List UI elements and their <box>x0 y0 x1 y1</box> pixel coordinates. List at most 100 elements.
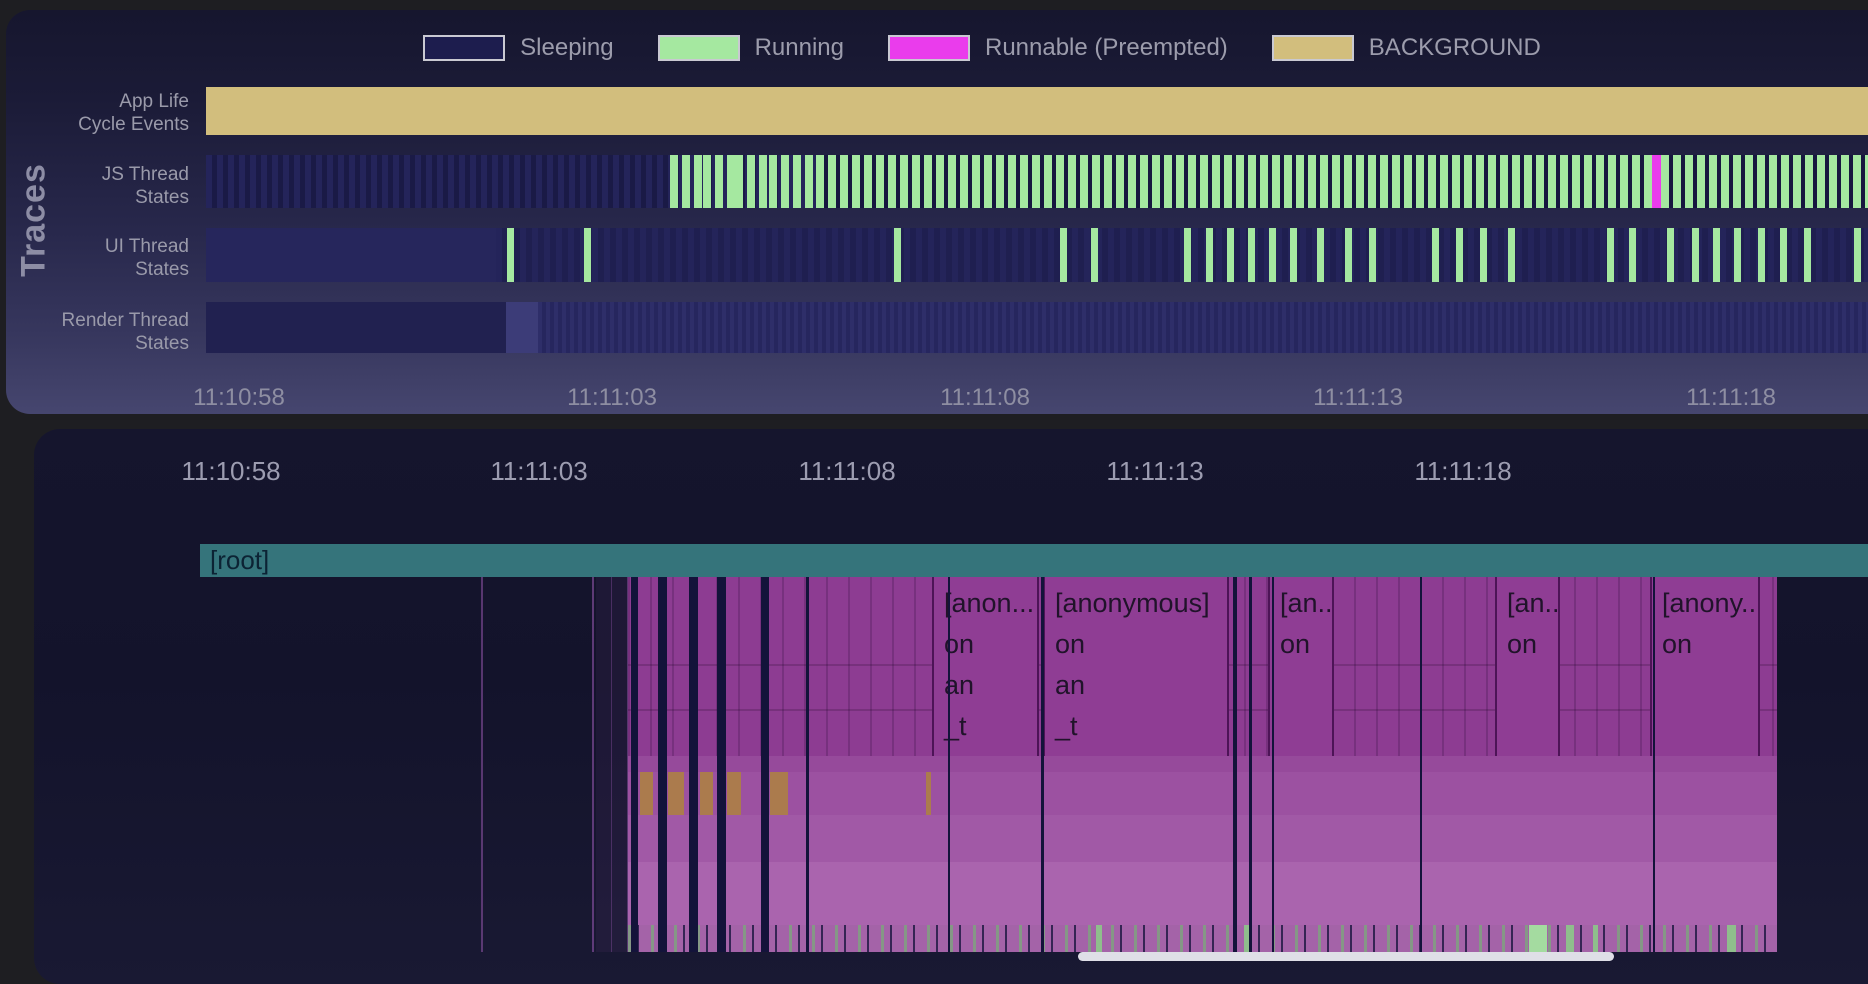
flame-gap-bar <box>658 577 667 952</box>
ui-running-bar <box>1854 228 1861 282</box>
flame-gap-bar <box>717 577 726 952</box>
background-frame <box>668 772 684 815</box>
flame-gap-bar <box>948 577 950 952</box>
legend-swatch <box>1272 35 1354 61</box>
flame-gap-bar <box>1653 577 1655 952</box>
flame-bottom-band <box>628 925 1777 952</box>
flame-frame-label-line: _t <box>1055 706 1227 747</box>
flame-root-frame[interactable]: [root] <box>200 544 1868 577</box>
time-tick: 11:11:08 <box>940 384 1030 412</box>
ui-running-bar <box>1369 228 1376 282</box>
js-sleeping-segment <box>206 155 670 208</box>
track-label-js-thread-states: JS ThreadStates <box>6 163 189 209</box>
flame-gap-bar <box>689 577 698 952</box>
flame-band <box>628 862 1777 925</box>
js-running-bar <box>715 155 723 208</box>
flame-running-bit <box>1529 925 1547 952</box>
track-label-render-thread-states: Render ThreadStates <box>6 309 189 355</box>
flame-gap-bar <box>1272 577 1274 952</box>
ui-running-bar <box>1692 228 1699 282</box>
ui-running-bar <box>1060 228 1067 282</box>
ui-running-bar <box>1456 228 1463 282</box>
traces-panel: Sleeping Running Runnable (Preempted) BACKG… <box>6 10 1868 414</box>
flame-frame-label-line: an <box>944 665 1037 706</box>
track-label-line: UI Thread <box>6 235 189 258</box>
legend-swatch <box>888 35 970 61</box>
ui-running-bar <box>1248 228 1255 282</box>
track-label-line: States <box>6 258 189 281</box>
background-frame <box>700 772 713 815</box>
background-frame <box>926 772 931 815</box>
flame-frame[interactable]: [anony...on <box>1650 577 1760 756</box>
js-running-bar <box>703 155 711 208</box>
ui-running-bar <box>1184 228 1191 282</box>
ui-running-bar <box>1758 228 1765 282</box>
render-segment-light <box>506 302 538 353</box>
legend-item-background[interactable]: BACKGROUND <box>1272 34 1541 62</box>
ui-running-bar <box>1780 228 1787 282</box>
ui-running-bar <box>1206 228 1213 282</box>
ui-running-bar <box>894 228 901 282</box>
time-tick: 11:11:03 <box>567 384 657 412</box>
js-running-bar <box>727 155 735 208</box>
track-ui-thread-states[interactable] <box>206 228 1868 282</box>
flame-frame-label-line: _t <box>944 706 1037 747</box>
legend-label: BACKGROUND <box>1369 34 1541 62</box>
flame-hairline <box>592 577 594 952</box>
flame-gap-bar <box>1233 577 1237 952</box>
time-tick: 11:10:58 <box>181 456 280 487</box>
ui-running-bar <box>1734 228 1741 282</box>
state-legend: Sleeping Running Runnable (Preempted) BACKG… <box>66 34 1868 62</box>
js-running-bar <box>747 155 755 208</box>
flame-frame[interactable]: [an...on <box>1268 577 1334 756</box>
track-label-ui-thread-states: UI ThreadStates <box>6 235 189 281</box>
flame-running-bit <box>1593 925 1598 952</box>
ui-running-bar <box>1432 228 1439 282</box>
flame-root-label: [root] <box>210 545 269 575</box>
legend-swatch <box>423 35 505 61</box>
flamechart[interactable]: [anon...onan_t[anonymous]onan_t[an...on[… <box>628 577 1777 952</box>
flame-frame-label-line: on <box>944 624 1037 665</box>
js-running-bar <box>781 155 789 208</box>
flame-frame[interactable]: [an...on <box>1495 577 1560 756</box>
track-label-line: States <box>6 186 189 209</box>
flame-gap-bar <box>631 577 638 952</box>
track-label-app-life-cycle-events: App LifeCycle Events <box>6 90 189 136</box>
legend-label: Running <box>755 34 844 62</box>
time-tick: 11:11:18 <box>1686 384 1776 412</box>
ui-sleeping-stripes <box>496 228 1868 282</box>
track-js-thread-states[interactable] <box>206 155 1868 208</box>
ui-running-bar <box>1804 228 1811 282</box>
ui-running-bar <box>1607 228 1614 282</box>
flame-frame-label-line: on <box>1055 624 1227 665</box>
ui-running-bar <box>1480 228 1487 282</box>
flame-band <box>628 756 1777 772</box>
ui-running-bar <box>1713 228 1720 282</box>
track-label-line: States <box>6 332 189 355</box>
legend-label: Sleeping <box>520 34 613 62</box>
js-running-dense-segment <box>1661 155 1868 208</box>
ui-running-bar <box>1290 228 1297 282</box>
flame-frame[interactable]: [anonymous]onan_t <box>1043 577 1229 756</box>
flame-band <box>628 815 1777 862</box>
flame-hairline <box>481 577 483 952</box>
flame-frame-label-line: [an... <box>1507 583 1558 624</box>
time-tick: 11:10:58 <box>193 384 285 412</box>
track-label-line: App Life <box>6 90 189 113</box>
legend-item-sleeping[interactable]: Sleeping <box>423 34 613 62</box>
legend-item-running[interactable]: Running <box>658 34 844 62</box>
js-running-bar <box>805 155 813 208</box>
flame-frame-label-line: an <box>1055 665 1227 706</box>
track-app-life-cycle-events[interactable] <box>206 87 1868 135</box>
background-frame <box>770 772 788 815</box>
js-running-bar <box>769 155 777 208</box>
track-label-line: Cycle Events <box>6 113 189 136</box>
render-sleeping-stripes <box>538 302 1868 353</box>
flame-running-bit <box>1727 925 1736 952</box>
track-render-thread-states[interactable] <box>206 302 1868 353</box>
flame-gap-bar <box>806 577 809 952</box>
legend-item-runnable-preempted-[interactable]: Runnable (Preempted) <box>888 34 1228 62</box>
ui-running-bar <box>1091 228 1098 282</box>
flame-frame-label-line: [anony... <box>1662 583 1758 624</box>
flame-hairline <box>611 577 612 952</box>
